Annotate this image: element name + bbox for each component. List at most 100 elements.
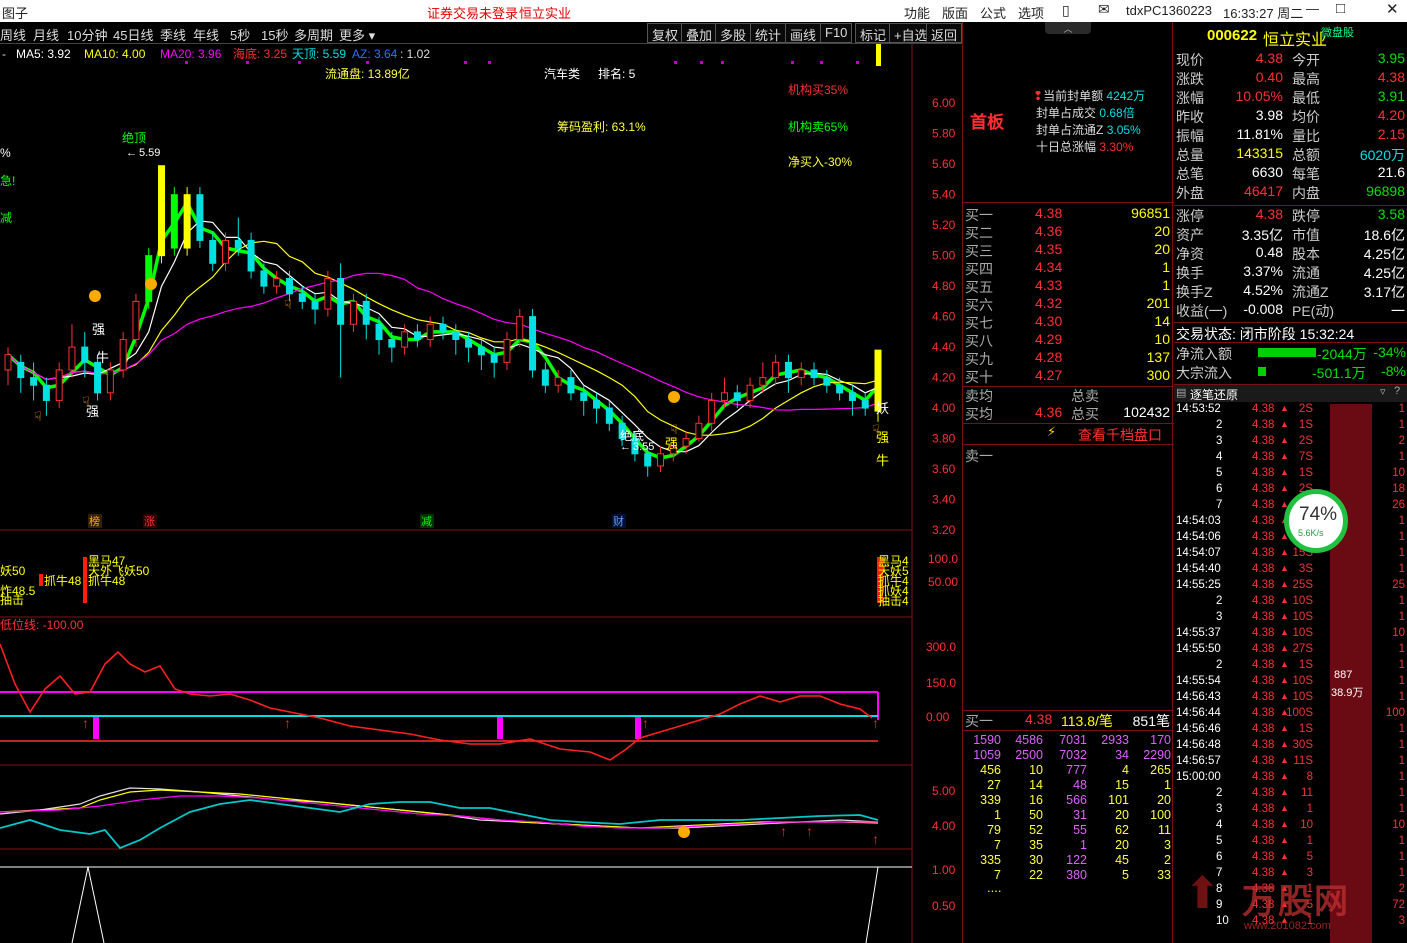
quote-row: 收益(一) -0.008 PE(动) 一 — [1174, 301, 1407, 320]
multi-stock-button[interactable]: 多股 — [715, 23, 752, 43]
panel3-axis-150: 150.0 — [926, 676, 956, 690]
minimize-icon[interactable]: — — [1306, 1, 1319, 16]
quote-label: 流通Z — [1292, 284, 1329, 300]
help-icon[interactable]: ? — [1394, 385, 1400, 397]
quote-value: 3.35亿 — [1241, 227, 1283, 243]
tab-10min[interactable]: 10分钟 — [67, 25, 107, 44]
back-button[interactable]: 返回 — [926, 23, 962, 43]
peak-arrow: ← — [126, 147, 137, 159]
queue-cell: 62 — [1115, 823, 1129, 837]
quote-label: 最高 — [1292, 71, 1320, 87]
menu-function[interactable]: 功能 — [904, 3, 930, 22]
quote-value: 3.17亿 — [1363, 284, 1405, 300]
speed-gauge[interactable]: 74% 5.6K/s — [1284, 489, 1348, 553]
tick-price: 4.38 — [1252, 515, 1275, 527]
bid-row: 买十 4.27 300 — [963, 367, 1174, 385]
tick-time: 14:55:25 — [1176, 579, 1221, 591]
tick-header: ▤ 逐笔还原 ▿ ? — [1174, 384, 1407, 402]
draw-line-button[interactable]: 画线 — [785, 23, 822, 43]
main-chart[interactable]: - MA5: 3.92 MA10: 4.00 MA20: 3.96 海底: 3.… — [0, 44, 962, 943]
ma5-label: MA5: 3.92 — [16, 47, 71, 61]
login-status[interactable]: 证券交易未登录 — [427, 3, 518, 22]
queue-cell: 31 — [1073, 808, 1087, 822]
tab-45day[interactable]: 45日线 — [113, 25, 153, 44]
view-order-depth-link[interactable]: 查看千档盘口 — [1078, 425, 1162, 445]
quote-label: 涨幅 — [1176, 90, 1204, 106]
tick-price: 4.38 — [1252, 467, 1275, 479]
f10-button[interactable]: F10 — [820, 23, 853, 43]
mark-button[interactable]: 标记 — [855, 23, 892, 43]
tick-price: 4.38 — [1252, 851, 1275, 863]
queue-cell: 265 — [1150, 763, 1171, 777]
marker-dots — [185, 61, 859, 64]
divider — [1174, 322, 1407, 323]
bid-volume: 1 — [1162, 259, 1170, 275]
tab-15sec[interactable]: 15秒 — [261, 25, 288, 44]
tick-count: 1 — [1398, 451, 1405, 463]
tick-time: 14:54:06 — [1176, 531, 1221, 543]
tick-list[interactable]: 14:53:52 4.38 ▲ 2S 1 2 4.38 ▲ 1S 1 3 4.38 ▲ 2S 2 4 4.38 ▲… — [1174, 403, 1407, 943]
tick-count: 2 — [1398, 883, 1405, 895]
quote-label: 市值 — [1292, 227, 1320, 243]
queue-more[interactable]: .... — [987, 880, 1001, 895]
queue-cell: 20 — [1115, 808, 1129, 822]
queue-cell: 11 — [1158, 823, 1171, 837]
collapse-icon[interactable]: ︿ — [1045, 22, 1091, 34]
mail-icon[interactable]: ✉ — [1098, 1, 1110, 18]
maximize-icon[interactable]: □ — [1336, 0, 1345, 17]
tick-count: 1 — [1398, 803, 1405, 815]
hand-icon-2: ☟ — [82, 394, 90, 409]
tick-price: 4.38 — [1252, 499, 1275, 511]
tick-count: 18 — [1392, 483, 1405, 495]
quote-value: 46417 — [1244, 183, 1283, 199]
bid-price: 4.27 — [1035, 367, 1063, 383]
stock-tag: 微盘股 — [1321, 27, 1354, 39]
sell-avg-row: 卖均 总卖 — [963, 386, 1174, 404]
tick-row: 2 4.38 ▲ 11 1 — [1174, 787, 1407, 803]
tab-multi-period[interactable]: 多周期 — [294, 25, 333, 44]
phone-icon[interactable]: ▯ — [1062, 2, 1070, 19]
tab-quarter[interactable]: 季线 — [160, 25, 186, 44]
tick-row: 2 4.38 ▲ 10S 1 — [1174, 595, 1407, 611]
tianding-label: 天顶: 5.59 — [292, 47, 346, 61]
candle — [695, 415, 703, 442]
restore-rights-button[interactable]: 复权 — [647, 23, 684, 43]
quote-value: 2.15 — [1377, 126, 1405, 142]
overlay-button[interactable]: 叠加 — [681, 23, 718, 43]
tick-row: 14:56:44 4.38 ▲ 100S 100 — [1174, 707, 1407, 723]
queue-cell: 1 — [1164, 778, 1171, 792]
tick-price: 4.38 — [1252, 707, 1275, 719]
price-tick: 3.20 — [932, 523, 956, 537]
tab-year[interactable]: 年线 — [193, 25, 219, 44]
panel2-axis-100: 100.0 — [928, 552, 958, 566]
tick-price: 4.38 — [1252, 643, 1275, 655]
tick-time: 5 — [1216, 835, 1223, 847]
bid-price: 4.28 — [1035, 349, 1063, 365]
tick-time: 3 — [1216, 435, 1223, 447]
tab-week[interactable]: 周线 — [0, 25, 26, 44]
up-arrow-icon-7: ↑ — [872, 831, 879, 847]
price-tick: 4.80 — [932, 279, 956, 293]
menu-layout[interactable]: 版面 — [942, 3, 968, 22]
ma10-label: MA10: 4.00 — [84, 47, 146, 61]
tab-5sec[interactable]: 5秒 — [230, 25, 250, 44]
menu-formula[interactable]: 公式 — [980, 3, 1006, 22]
tick-price: 4.38 — [1252, 547, 1275, 559]
filter-icon[interactable]: ▿ — [1380, 385, 1386, 398]
badge-list: 榜 — [89, 514, 100, 528]
tab-more[interactable]: 更多 ▾ — [339, 25, 375, 44]
close-icon[interactable]: ✕ — [1386, 0, 1399, 18]
quote-row: 总笔 6630 每笔 21.6 — [1174, 164, 1407, 183]
candle — [439, 316, 447, 340]
tab-month[interactable]: 月线 — [33, 25, 59, 44]
quote-value: 4.52% — [1243, 282, 1283, 298]
menu-options[interactable]: 选项 — [1018, 3, 1044, 22]
up-arrow-icon: ▲ — [1280, 691, 1289, 701]
tick-count: 3 — [1398, 915, 1405, 927]
block-inflow-label: 大宗流入 — [1176, 365, 1232, 381]
statistics-button[interactable]: 统计 — [750, 23, 787, 43]
tick-row: 6 4.38 ▲ 5 1 — [1174, 851, 1407, 867]
bid-row: 买九 4.28 137 — [963, 349, 1174, 367]
tick-price: 4.38 — [1252, 627, 1275, 639]
candle — [349, 293, 357, 332]
